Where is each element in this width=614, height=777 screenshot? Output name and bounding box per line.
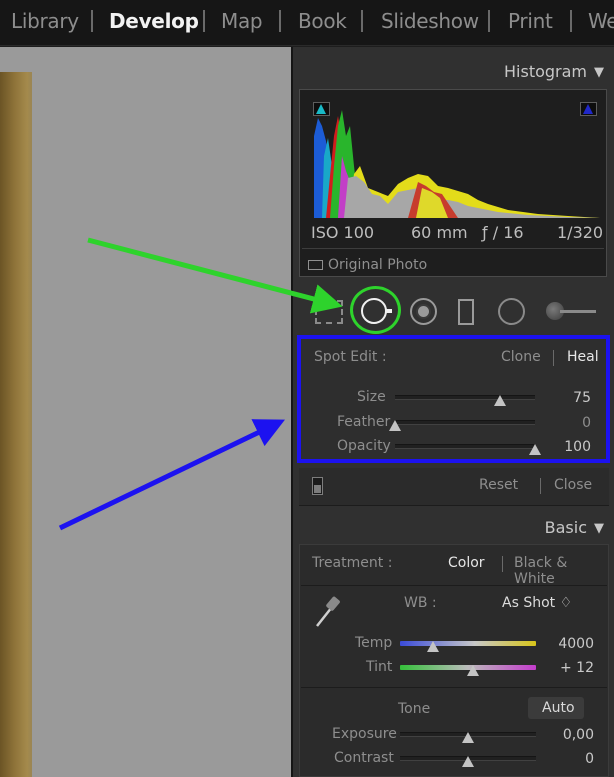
histogram-header[interactable]: Histogram ▼ xyxy=(504,62,604,81)
feather-value[interactable]: 0 xyxy=(551,415,591,431)
feather-slider-thumb[interactable] xyxy=(389,420,401,431)
white-balance-picker-icon[interactable] xyxy=(314,591,344,629)
spot-edit-label: Spot Edit : xyxy=(314,349,387,365)
mode-heal-button[interactable]: Heal xyxy=(567,349,599,365)
size-value[interactable]: 75 xyxy=(551,390,591,406)
basic-panel: Treatment : Color Black & White WB : As … xyxy=(299,544,609,777)
histogram-panel: ISO 100 60 mm ƒ / 16 1/320 Original Phot… xyxy=(299,89,607,277)
tint-label: Tint xyxy=(366,659,393,675)
contrast-slider-thumb[interactable] xyxy=(462,756,474,767)
module-slideshow[interactable]: Slideshow xyxy=(381,9,479,33)
close-button[interactable]: Close xyxy=(554,477,592,493)
mask-toggle-icon[interactable] xyxy=(312,477,323,495)
size-label: Size xyxy=(357,389,386,405)
opacity-slider-thumb[interactable] xyxy=(529,444,541,455)
contrast-label: Contrast xyxy=(334,750,394,766)
crop-overlay-icon[interactable] xyxy=(315,300,343,324)
annotation-green-circle xyxy=(350,286,401,334)
footer-divider xyxy=(540,478,541,494)
wb-label: WB : xyxy=(404,595,437,611)
exposure-value[interactable]: 0,00 xyxy=(554,727,594,743)
adjustment-brush-icon[interactable] xyxy=(546,301,598,323)
treatment-divider xyxy=(502,556,503,572)
wb-dropdown[interactable]: As Shot ♢ xyxy=(502,595,572,611)
feather-slider-track[interactable] xyxy=(395,420,535,425)
collapse-triangle-icon[interactable]: ▼ xyxy=(594,521,604,536)
reset-button[interactable]: Reset xyxy=(479,477,518,493)
aperture-readout: ƒ / 16 xyxy=(482,223,524,242)
histogram-graph[interactable] xyxy=(308,96,600,218)
module-map[interactable]: Map xyxy=(221,9,263,33)
basic-title: Basic xyxy=(544,518,587,537)
tint-value[interactable]: + 12 xyxy=(554,660,594,676)
opacity-label: Opacity xyxy=(337,438,391,454)
module-picker: Library Develop Map Book Slideshow Print… xyxy=(0,0,614,46)
mode-divider xyxy=(553,350,554,366)
treatment-label: Treatment : xyxy=(312,555,393,571)
module-web[interactable]: We xyxy=(588,9,614,33)
module-develop[interactable]: Develop xyxy=(109,9,199,33)
opacity-slider-track[interactable] xyxy=(395,444,535,449)
histogram-divider xyxy=(302,248,604,249)
graduated-filter-icon[interactable] xyxy=(458,299,474,325)
tint-slider-thumb[interactable] xyxy=(467,665,480,676)
mode-clone-button[interactable]: Clone xyxy=(501,349,541,365)
histogram-title: Histogram xyxy=(504,62,587,81)
iso-readout: ISO 100 xyxy=(311,223,375,242)
feather-label: Feather xyxy=(337,414,391,430)
basic-header[interactable]: Basic ▼ xyxy=(545,518,604,537)
spot-edit-panel: Spot Edit : Clone Heal Size 75 Feather 0… xyxy=(297,335,610,463)
module-separator xyxy=(279,10,281,32)
photo-image[interactable] xyxy=(0,72,32,777)
module-library[interactable]: Library xyxy=(11,9,79,33)
exposure-slider-thumb[interactable] xyxy=(462,732,474,743)
section-divider xyxy=(301,585,607,586)
temp-label: Temp xyxy=(355,635,393,651)
red-eye-icon[interactable] xyxy=(410,298,437,325)
module-book[interactable]: Book xyxy=(298,9,347,33)
opacity-value[interactable]: 100 xyxy=(551,439,591,455)
treatment-color-button[interactable]: Color xyxy=(448,555,485,571)
temp-slider-track[interactable] xyxy=(400,641,536,646)
temp-slider-thumb[interactable] xyxy=(426,641,439,652)
treatment-bw-button[interactable]: Black & White xyxy=(514,555,608,587)
exposure-label: Exposure xyxy=(332,726,397,742)
module-separator xyxy=(361,10,363,32)
module-separator xyxy=(203,10,205,32)
temp-value[interactable]: 4000 xyxy=(554,636,594,652)
section-divider xyxy=(301,687,607,688)
focal-length-readout: 60 mm xyxy=(411,223,468,242)
original-photo-icon xyxy=(308,260,323,270)
original-photo-label: Original Photo xyxy=(328,257,428,273)
original-photo-toggle[interactable]: Original Photo xyxy=(308,257,427,273)
photo-canvas[interactable] xyxy=(0,47,291,777)
module-separator xyxy=(91,10,93,32)
size-slider-thumb[interactable] xyxy=(494,395,506,406)
auto-tone-label: Auto xyxy=(542,700,575,716)
module-print[interactable]: Print xyxy=(508,9,553,33)
contrast-value[interactable]: 0 xyxy=(554,751,594,767)
tone-label: Tone xyxy=(398,701,431,717)
auto-tone-button[interactable]: Auto xyxy=(528,697,584,719)
radial-filter-icon[interactable] xyxy=(498,298,525,325)
spot-edit-footer: Reset Close xyxy=(299,468,609,506)
module-separator xyxy=(570,10,572,32)
shutter-readout: 1/320 xyxy=(557,223,604,242)
module-separator xyxy=(488,10,490,32)
collapse-triangle-icon[interactable]: ▼ xyxy=(594,65,604,80)
size-slider-track[interactable] xyxy=(395,395,535,400)
